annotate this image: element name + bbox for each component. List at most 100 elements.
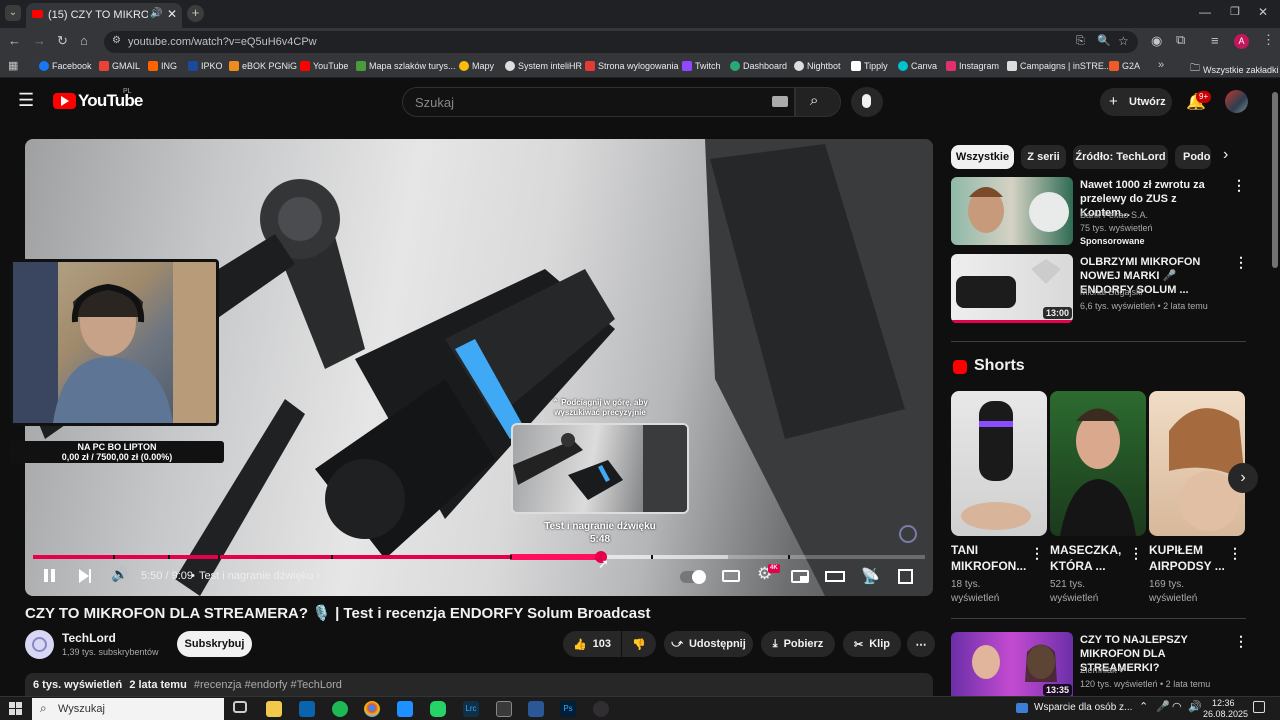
- install-app-icon[interactable]: ⎘: [1076, 35, 1085, 48]
- page-scrollbar[interactable]: [1272, 92, 1278, 268]
- extensions-puzzle-icon[interactable]: ⧉: [1176, 32, 1185, 48]
- active-tab[interactable]: (15) CZY TO MIKROFON DL 🔊 ✕: [26, 3, 182, 28]
- microphone-tray-icon[interactable]: 🎤: [1156, 700, 1170, 713]
- notification-center-icon[interactable]: [1253, 701, 1265, 713]
- apps-grid-icon[interactable]: ▦: [8, 59, 18, 72]
- progress-bar[interactable]: [33, 554, 925, 560]
- menu-icon[interactable]: ☰: [18, 90, 34, 111]
- description-box[interactable]: 6 tys. wyświetleń 2 lata temu #recenzja …: [25, 673, 933, 697]
- minimize-icon[interactable]: —: [1199, 5, 1211, 19]
- bookmark-item[interactable]: Dashboard: [730, 61, 787, 71]
- youtube-logo-text[interactable]: YouTube: [78, 91, 143, 111]
- cast-icon[interactable]: 📡: [861, 567, 880, 585]
- bookmark-item[interactable]: ING: [148, 61, 177, 71]
- next-video-icon[interactable]: [79, 569, 89, 583]
- windows-start-icon[interactable]: [9, 702, 22, 715]
- clock-time[interactable]: 12:36: [1212, 698, 1235, 708]
- taskbar-search[interactable]: ⌕ Wyszukaj: [32, 698, 224, 720]
- rec-channel[interactable]: Michał Bugajski: [1080, 286, 1143, 299]
- short-title[interactable]: MASECZKA, KTÓRA ...: [1050, 542, 1130, 574]
- whatsapp-icon[interactable]: [430, 701, 446, 717]
- rec-thumbnail[interactable]: 13:00: [951, 254, 1073, 323]
- bookmark-item[interactable]: Nightbot: [794, 61, 841, 71]
- bookmark-item[interactable]: Instagram: [946, 61, 999, 71]
- back-icon[interactable]: ←: [8, 33, 21, 48]
- more-bookmarks-icon[interactable]: »: [1158, 59, 1164, 71]
- outlook-icon[interactable]: [299, 701, 315, 717]
- photoshop-icon[interactable]: Ps: [560, 701, 576, 717]
- close-tab-icon[interactable]: ✕: [167, 7, 177, 21]
- all-bookmarks[interactable]: 🗀 Wszystkie zakładki: [1190, 61, 1279, 78]
- autoplay-toggle[interactable]: [680, 570, 706, 584]
- chapter-button[interactable]: Test i nagranie dźwięku ›: [199, 570, 320, 582]
- share-button[interactable]: ⤻ Udostępnij: [664, 631, 753, 657]
- short-thumbnail[interactable]: [951, 391, 1047, 536]
- bookmark-item[interactable]: Twitch: [682, 61, 721, 71]
- short-menu-icon[interactable]: ⋮: [1129, 545, 1143, 562]
- rec-menu-icon[interactable]: ⋮: [1234, 254, 1248, 271]
- app-icon[interactable]: [528, 701, 544, 717]
- short-thumbnail[interactable]: [1050, 391, 1146, 536]
- volume-tray-icon[interactable]: 🔊: [1188, 700, 1202, 713]
- short-title[interactable]: KUPIŁEM AIRPODSY ...: [1149, 542, 1229, 574]
- youtube-logo-icon[interactable]: [53, 93, 76, 109]
- bookmark-item[interactable]: YouTube: [300, 61, 348, 71]
- dislike-button[interactable]: 👎: [622, 631, 656, 657]
- chip-series[interactable]: Z serii: [1021, 145, 1066, 169]
- file-explorer-icon[interactable]: [266, 701, 282, 717]
- short-thumbnail[interactable]: [1149, 391, 1245, 536]
- rec-channel[interactable]: Bank Pekao S.A.: [1080, 209, 1148, 222]
- profile-avatar[interactable]: A: [1234, 34, 1249, 49]
- short-title[interactable]: TANI MIKROFON...: [951, 542, 1031, 574]
- chip-source[interactable]: Źródło: TechLord: [1073, 145, 1168, 169]
- support-notice[interactable]: Wsparcie dla osób z...: [1034, 702, 1132, 713]
- short-menu-icon[interactable]: ⋮: [1030, 545, 1044, 562]
- chip-more[interactable]: Podo: [1175, 145, 1211, 169]
- bookmark-item[interactable]: Canva: [898, 61, 937, 71]
- clock-date[interactable]: 26.08.2025: [1203, 709, 1248, 719]
- more-actions-button[interactable]: ⋯: [907, 631, 935, 657]
- tray-chevron-icon[interactable]: ⌃: [1139, 700, 1148, 713]
- reload-icon[interactable]: ↻: [57, 33, 68, 49]
- pause-icon[interactable]: [44, 569, 48, 582]
- bookmark-item[interactable]: GMAIL: [99, 61, 140, 71]
- channel-avatar[interactable]: [25, 630, 54, 659]
- create-button[interactable]: + Utwórz: [1100, 88, 1172, 116]
- search-button[interactable]: ⌕: [795, 87, 841, 117]
- bookmark-star-icon[interactable]: ☆: [1118, 34, 1129, 48]
- audio-playing-icon[interactable]: 🔊: [150, 8, 162, 19]
- bookmark-item[interactable]: eBOK PGNiG: [229, 61, 297, 71]
- short-menu-icon[interactable]: ⋮: [1228, 545, 1242, 562]
- obs-icon[interactable]: [593, 701, 609, 717]
- channel-watermark-icon[interactable]: [899, 525, 917, 543]
- chrome-menu-icon[interactable]: ⋮: [1262, 32, 1275, 48]
- bookmark-item[interactable]: Facebook: [39, 61, 92, 71]
- miniplayer-icon[interactable]: [791, 570, 809, 583]
- bookmark-item[interactable]: Mapy: [459, 61, 494, 71]
- spotify-icon[interactable]: [332, 701, 348, 717]
- subscribe-button[interactable]: Subskrybuj: [177, 631, 252, 657]
- site-info-icon[interactable]: ⚙: [112, 35, 121, 46]
- volume-icon[interactable]: 🔊: [111, 566, 128, 583]
- bookmark-item[interactable]: System inteliHR: [505, 61, 582, 71]
- theater-mode-icon[interactable]: [825, 571, 845, 582]
- pause-icon-bar[interactable]: [51, 569, 55, 582]
- channel-name[interactable]: TechLord: [62, 631, 116, 645]
- rec-channel[interactable]: Ziemniak ✔: [1080, 664, 1127, 677]
- tab-search-icon[interactable]: ⌄: [5, 5, 21, 21]
- bookmark-item[interactable]: Mapa szlaków turys...: [356, 61, 456, 71]
- hashtags[interactable]: #recenzja #endorfy #TechLord: [194, 679, 342, 691]
- task-view-icon[interactable]: [233, 701, 247, 713]
- bookmark-item[interactable]: IPKO: [188, 61, 223, 71]
- account-avatar[interactable]: [1225, 90, 1248, 113]
- chip-all[interactable]: Wszystkie: [951, 145, 1014, 169]
- subtitles-icon[interactable]: [722, 570, 740, 582]
- rec-thumbnail[interactable]: [951, 177, 1073, 245]
- restore-icon[interactable]: ❐: [1230, 5, 1240, 18]
- chrome-icon[interactable]: [364, 701, 380, 717]
- media-controls-icon[interactable]: ≡: [1211, 33, 1219, 48]
- keyboard-icon[interactable]: [772, 96, 788, 107]
- clip-button[interactable]: ✂ Klip: [843, 631, 901, 657]
- zoom-icon[interactable]: 🔍: [1097, 34, 1111, 47]
- extension-icon[interactable]: ◉: [1151, 33, 1162, 49]
